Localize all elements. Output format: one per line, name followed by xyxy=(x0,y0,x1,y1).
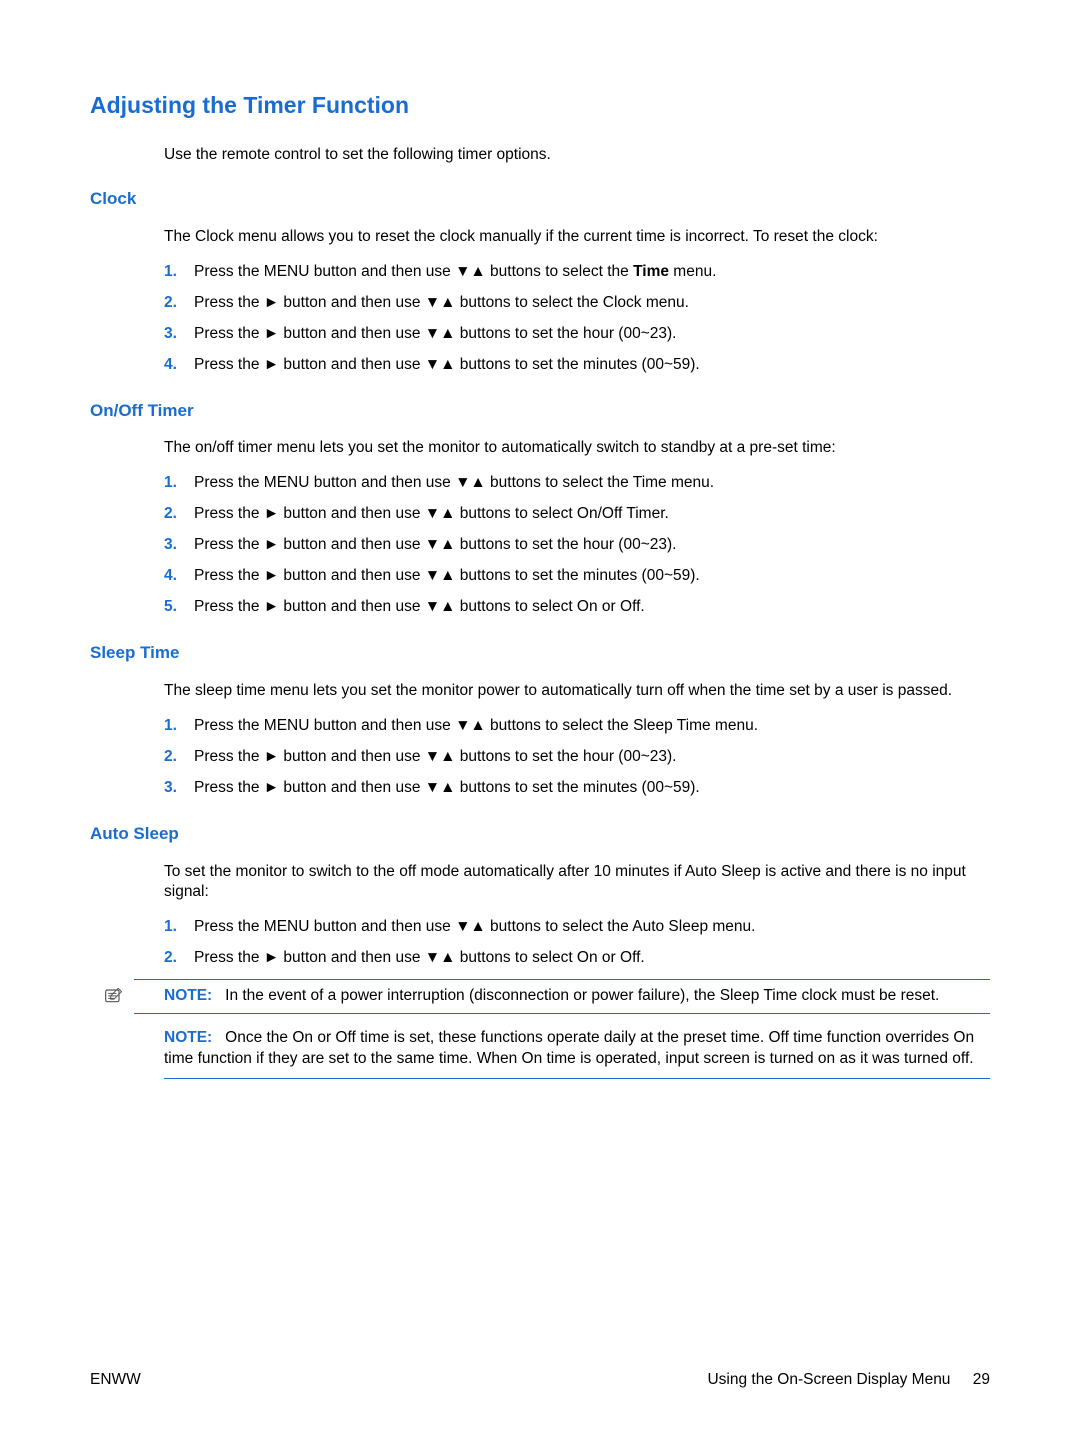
intro-text: Use the remote control to set the follow… xyxy=(164,145,990,166)
onoff-step-2: 2. Press the ► button and then use ▼▲ bu… xyxy=(164,504,990,525)
step-text: Press the MENU button and then use ▼▲ bu… xyxy=(194,716,990,737)
note-label: NOTE: xyxy=(164,987,212,1004)
onoff-step-4: 4. Press the ► button and then use ▼▲ bu… xyxy=(164,566,990,587)
sleep-section: The sleep time menu lets you set the mon… xyxy=(164,681,990,799)
note-1: NOTE: In the event of a power interrupti… xyxy=(134,979,990,1014)
text-a: Press the MENU button and then use ▼▲ bu… xyxy=(194,263,633,280)
step-number: 4. xyxy=(164,355,194,376)
clock-step-2: 2. Press the ► button and then use ▼▲ bu… xyxy=(164,293,990,314)
step-text: Press the ► button and then use ▼▲ butto… xyxy=(194,747,990,768)
clock-section: The Clock menu allows you to reset the c… xyxy=(164,227,990,376)
onoff-section: The on/off timer menu lets you set the m… xyxy=(164,438,990,618)
note-icon xyxy=(104,986,124,1004)
onoff-step-3: 3. Press the ► button and then use ▼▲ bu… xyxy=(164,535,990,556)
text-b: menu. xyxy=(669,263,716,280)
sleep-desc: The sleep time menu lets you set the mon… xyxy=(164,681,990,702)
step-text: Press the MENU button and then use ▼▲ bu… xyxy=(194,917,990,938)
clock-step-3: 3. Press the ► button and then use ▼▲ bu… xyxy=(164,324,990,345)
step-text: Press the ► button and then use ▼▲ butto… xyxy=(194,355,990,376)
onoff-desc: The on/off timer menu lets you set the m… xyxy=(164,438,990,459)
step-number: 2. xyxy=(164,293,194,314)
heading-sleep: Sleep Time xyxy=(90,642,990,665)
page-footer: ENWW Using the On-Screen Display Menu 29 xyxy=(90,1370,990,1391)
step-text: Press the ► button and then use ▼▲ butto… xyxy=(194,293,990,314)
step-text: Press the ► button and then use ▼▲ butto… xyxy=(194,535,990,556)
step-number: 3. xyxy=(164,778,194,799)
step-text: Press the ► button and then use ▼▲ butto… xyxy=(194,597,990,618)
note-2: NOTE: Once the On or Off time is set, th… xyxy=(164,1022,990,1079)
clock-desc: The Clock menu allows you to reset the c… xyxy=(164,227,990,248)
step-text: Press the MENU button and then use ▼▲ bu… xyxy=(194,262,990,283)
step-text: Press the ► button and then use ▼▲ butto… xyxy=(194,566,990,587)
step-text: Press the ► button and then use ▼▲ butto… xyxy=(194,778,990,799)
auto-step-2: 2. Press the ► button and then use ▼▲ bu… xyxy=(164,948,990,969)
heading-onoff: On/Off Timer xyxy=(90,400,990,423)
step-number: 1. xyxy=(164,473,194,494)
step-text: Press the ► button and then use ▼▲ butto… xyxy=(194,948,990,969)
footer-section: Using the On-Screen Display Menu xyxy=(707,1371,950,1388)
step-number: 1. xyxy=(164,262,194,283)
step-number: 1. xyxy=(164,716,194,737)
step-number: 2. xyxy=(164,504,194,525)
page-number: 29 xyxy=(973,1371,990,1388)
heading-auto: Auto Sleep xyxy=(90,823,990,846)
onoff-step-1: 1. Press the MENU button and then use ▼▲… xyxy=(164,473,990,494)
step-text: Press the MENU button and then use ▼▲ bu… xyxy=(194,473,990,494)
step-number: 2. xyxy=(164,747,194,768)
footer-left: ENWW xyxy=(90,1370,141,1391)
step-text: Press the ► button and then use ▼▲ butto… xyxy=(194,324,990,345)
note-text: In the event of a power interruption (di… xyxy=(225,987,939,1004)
sleep-step-3: 3. Press the ► button and then use ▼▲ bu… xyxy=(164,778,990,799)
step-text: Press the ► button and then use ▼▲ butto… xyxy=(194,504,990,525)
heading-clock: Clock xyxy=(90,188,990,211)
step-number: 3. xyxy=(164,535,194,556)
step-number: 3. xyxy=(164,324,194,345)
note-body: NOTE: In the event of a power interrupti… xyxy=(164,986,990,1007)
sleep-step-1: 1. Press the MENU button and then use ▼▲… xyxy=(164,716,990,737)
page-title: Adjusting the Timer Function xyxy=(90,90,990,121)
onoff-step-5: 5. Press the ► button and then use ▼▲ bu… xyxy=(164,597,990,618)
sleep-step-2: 2. Press the ► button and then use ▼▲ bu… xyxy=(164,747,990,768)
step-number: 1. xyxy=(164,917,194,938)
footer-right: Using the On-Screen Display Menu 29 xyxy=(707,1370,990,1391)
note-text: Once the On or Off time is set, these fu… xyxy=(164,1029,974,1067)
note-label: NOTE: xyxy=(164,1029,212,1046)
auto-step-1: 1. Press the MENU button and then use ▼▲… xyxy=(164,917,990,938)
auto-desc: To set the monitor to switch to the off … xyxy=(164,862,990,904)
text-bold: Time xyxy=(633,263,669,280)
clock-step-4: 4. Press the ► button and then use ▼▲ bu… xyxy=(164,355,990,376)
clock-step-1: 1. Press the MENU button and then use ▼▲… xyxy=(164,262,990,283)
step-number: 5. xyxy=(164,597,194,618)
step-number: 4. xyxy=(164,566,194,587)
step-number: 2. xyxy=(164,948,194,969)
auto-section: To set the monitor to switch to the off … xyxy=(164,862,990,970)
